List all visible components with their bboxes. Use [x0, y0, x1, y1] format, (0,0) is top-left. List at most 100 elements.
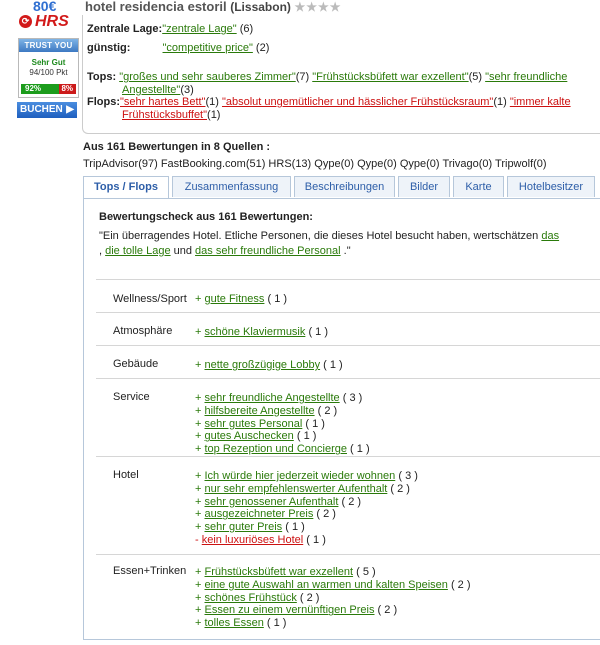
- top-link[interactable]: "sehr freundliche: [485, 71, 567, 83]
- quote-text: "Ein überragendes Hotel. Etliche Persone…: [99, 230, 542, 242]
- price-quality-count: (2): [255, 42, 270, 54]
- flop-count: (1): [207, 109, 221, 121]
- reviews-heading: Aus 161 Bewertungen in 8 Quellen :: [83, 141, 271, 153]
- flop-link[interactable]: "immer kalte: [510, 96, 571, 108]
- category-food-drink: Essen+Trinken + Frühstücksbüfett war exz…: [96, 555, 600, 645]
- list-item: + gute Fitness ( 1 ): [195, 293, 288, 305]
- list-item: + eine gute Auswahl an warmen und kalten…: [195, 578, 471, 591]
- flop-link[interactable]: "sehr hartes Bett": [120, 96, 205, 108]
- top-link[interactable]: "Frühstücksbüfett war exzellent": [312, 71, 468, 83]
- aspect-link[interactable]: sehr genossener Aufenthalt: [205, 496, 339, 508]
- panel-title: Bewertungscheck aus 161 Bewertungen:: [99, 211, 313, 223]
- location-label: Zentrale Lage:: [87, 23, 163, 35]
- aspect-link[interactable]: schöne Klaviermusik: [205, 326, 306, 338]
- aspect-link[interactable]: hilfsbereite Angestellte: [205, 405, 315, 417]
- flop-link[interactable]: Frühstücksbuffet": [122, 109, 207, 121]
- aspect-link[interactable]: sehr gutes Personal: [205, 418, 303, 430]
- aspect-link[interactable]: Essen zu einem vernünftigen Preis: [205, 604, 375, 616]
- aspect-link[interactable]: tolles Essen: [205, 617, 264, 629]
- trustyou-title: TRUST YOU: [19, 39, 78, 52]
- flop-count: (1): [205, 96, 219, 108]
- category-name: Wellness/Sport: [113, 293, 187, 305]
- hotel-city: (Lissabon): [230, 0, 291, 14]
- aspect-link[interactable]: nette großzügige Lobby: [205, 359, 321, 371]
- review-sources: TripAdvisor(97) FastBooking.com(51) HRS(…: [83, 158, 547, 170]
- tab-map[interactable]: Karte: [453, 176, 504, 197]
- tops-flops-panel: Bewertungscheck aus 161 Bewertungen: "Ei…: [83, 198, 600, 640]
- aspect-link[interactable]: gutes Auschecken: [205, 430, 294, 442]
- category-hotel: Hotel + Ich würde hier jederzeit wieder …: [96, 457, 600, 555]
- top-count: (5): [468, 71, 483, 83]
- top-count: (7): [295, 71, 310, 83]
- price-label: 80€: [33, 0, 57, 14]
- aspect-link[interactable]: Ich würde hier jederzeit wieder wohnen: [205, 470, 396, 482]
- aspect-link[interactable]: kein luxuriöses Hotel: [202, 534, 304, 546]
- aspect-link[interactable]: ausgezeichneter Preis: [205, 508, 314, 520]
- aspect-link[interactable]: nur sehr empfehlenswerter Aufenthalt: [205, 483, 388, 495]
- location-link[interactable]: "zentrale Lage": [162, 23, 236, 35]
- summary-row-flops-cont: Frühstücksbuffet"(1): [122, 109, 220, 121]
- quote-link[interactable]: das: [541, 230, 559, 242]
- aspect-link[interactable]: top Rezeption und Concierge: [205, 443, 347, 455]
- price-quality-link[interactable]: "competitive price": [163, 42, 253, 54]
- quote-link[interactable]: das sehr freundliche Personal: [195, 245, 341, 257]
- flop-link[interactable]: "absolut ungemütlicher und hässlicher Fr…: [222, 96, 493, 108]
- aspect-link[interactable]: gute Fitness: [205, 293, 265, 305]
- tab-descriptions[interactable]: Beschreibungen: [294, 176, 395, 197]
- trustyou-badge[interactable]: TRUST YOU Sehr Gut 94/100 Pkt 92% 8%: [18, 38, 79, 98]
- summary-row-tops-cont: Angestellte"(3): [122, 84, 194, 96]
- hrs-logo[interactable]: ⟳ HRS: [19, 13, 77, 30]
- quote-link[interactable]: die tolle Lage: [105, 245, 170, 257]
- list-item: + Ich würde hier jederzeit wieder wohnen…: [195, 470, 418, 482]
- list-item: + Frühstücksbüfett war exzellent ( 5 ): [195, 566, 376, 578]
- tab-hotel-owner[interactable]: Hotelbesitzer: [507, 176, 595, 197]
- hrs-logo-icon: ⟳: [19, 15, 32, 28]
- negative-share: 8%: [61, 84, 73, 93]
- summary-box: Zentrale Lage:"zentrale Lage" (6) günsti…: [82, 15, 600, 134]
- aspect-link[interactable]: Frühstücksbüfett war exzellent: [205, 566, 354, 578]
- positive-share: 92%: [25, 84, 42, 93]
- tops-label: Tops:: [87, 71, 117, 83]
- category-wellness: Wellness/Sport + gute Fitness ( 1 ): [96, 280, 600, 313]
- list-item: + ausgezeichneter Preis ( 2 ): [195, 508, 336, 521]
- summary-row-location: Zentrale Lage:"zentrale Lage" (6): [87, 23, 253, 35]
- trustyou-rating: Sehr Gut: [31, 58, 66, 67]
- aspect-link[interactable]: sehr freundliche Angestellte: [205, 392, 340, 404]
- hotel-name[interactable]: hotel residencia estoril: [85, 0, 227, 14]
- flops-label: Flops:: [87, 96, 120, 108]
- arrow-right-icon: ▶: [66, 104, 74, 115]
- aspect-link[interactable]: sehr guter Preis: [205, 521, 283, 533]
- hotel-summary: hotel residencia estoril (Lissabon) ★★★★…: [80, 0, 600, 135]
- tab-bar: Tops / Flops Zusammenfassung Beschreibun…: [83, 176, 600, 199]
- list-item: + sehr guter Preis ( 1 ): [195, 521, 305, 534]
- tab-tops-flops[interactable]: Tops / Flops: [83, 176, 169, 199]
- book-button[interactable]: BUCHEN ▶: [17, 102, 77, 118]
- review-quote-line2: , die tolle Lage und das sehr freundlich…: [99, 245, 351, 257]
- aspect-link[interactable]: eine gute Auswahl an warmen und kalten S…: [205, 579, 448, 591]
- hrs-logo-text: HRS: [35, 13, 69, 30]
- list-item: + sehr gutes Personal ( 1 ): [195, 417, 325, 430]
- trustyou-ratio-bar: 92% 8%: [21, 84, 76, 94]
- hotel-title: hotel residencia estoril (Lissabon) ★★★★: [85, 0, 342, 14]
- price-quality-label: günstig:: [87, 42, 131, 54]
- tab-summary[interactable]: Zusammenfassung: [172, 176, 291, 197]
- category-atmosphere: Atmosphäre + schöne Klaviermusik ( 1 ): [96, 313, 600, 346]
- trustyou-score: 94/100 Pkt: [29, 68, 68, 77]
- left-column: 80€ ⟳ HRS TRUST YOU Sehr Gut 94/100 Pkt …: [0, 0, 80, 630]
- category-name: Service: [113, 391, 150, 403]
- summary-row-flops: Flops:"sehr hartes Bett"(1) "absolut ung…: [87, 96, 571, 108]
- category-building: Gebäude + nette großzügige Lobby ( 1 ): [96, 346, 600, 379]
- list-item: + top Rezeption und Concierge ( 1 ): [195, 443, 370, 456]
- category-list: Wellness/Sport + gute Fitness ( 1 ) Atmo…: [96, 279, 600, 645]
- category-name: Gebäude: [113, 358, 159, 370]
- list-item: + hilfsbereite Angestellte ( 2 ): [195, 404, 338, 417]
- list-item: + gutes Auschecken ( 1 ): [195, 430, 317, 443]
- top-count: (3): [180, 84, 194, 96]
- summary-row-tops: Tops: "großes und sehr sauberes Zimmer"(…: [87, 71, 567, 83]
- top-link[interactable]: "großes und sehr sauberes Zimmer": [119, 71, 296, 83]
- book-button-label: BUCHEN: [20, 104, 63, 115]
- quote-text: und: [170, 245, 196, 257]
- top-link[interactable]: Angestellte": [122, 84, 180, 96]
- aspect-link[interactable]: schönes Frühstück: [205, 592, 297, 604]
- tab-pictures[interactable]: Bilder: [398, 176, 450, 197]
